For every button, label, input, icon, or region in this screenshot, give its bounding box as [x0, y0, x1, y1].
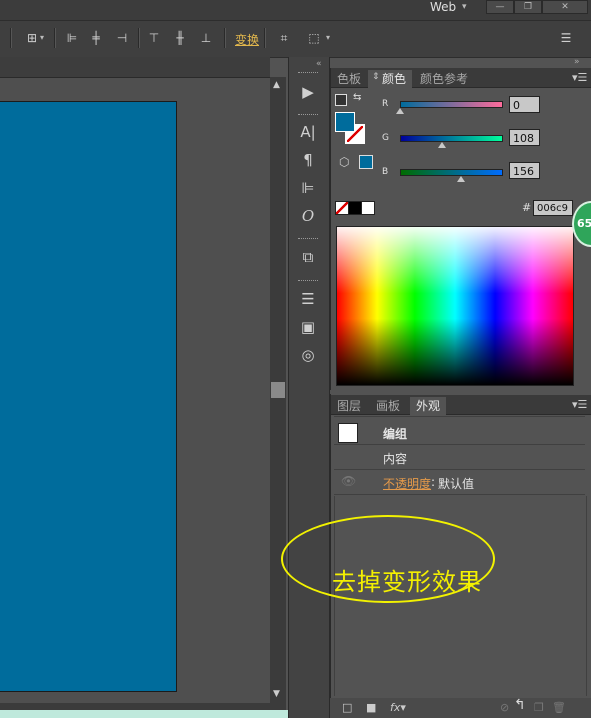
- align-vcenter-icon[interactable]: ╫: [172, 31, 188, 45]
- group-thumbnail: [338, 423, 358, 443]
- add-fill-icon[interactable]: ■: [366, 701, 376, 714]
- align-left-icon[interactable]: ⊫: [64, 31, 80, 45]
- red-channel-label: R: [382, 99, 389, 109]
- restore-button[interactable]: ❐: [514, 0, 542, 14]
- dock-grip[interactable]: [298, 280, 318, 283]
- appearance-panel-menu-icon[interactable]: ▾☰: [572, 398, 587, 411]
- workspace-switcher[interactable]: Web: [430, 0, 456, 14]
- visibility-eye-icon[interactable]: 👁: [341, 474, 356, 488]
- transform-link[interactable]: 变换: [235, 31, 259, 48]
- dock-grip[interactable]: [298, 114, 318, 117]
- workspace-dropdown-icon[interactable]: ▾: [462, 2, 467, 12]
- toolbar-separator: [138, 28, 140, 48]
- out-of-gamut-cube-icon[interactable]: ⬡: [339, 155, 349, 169]
- opentype-panel-icon[interactable]: O: [296, 205, 320, 227]
- appearance-panel-tabbar: [331, 395, 591, 415]
- duplicate-item-icon[interactable]: ❐: [534, 701, 544, 714]
- hex-value-field[interactable]: 006c9: [533, 200, 573, 216]
- paragraph-panel-icon[interactable]: ¶: [296, 149, 320, 171]
- tab-artboards[interactable]: 画板: [376, 397, 400, 415]
- delete-item-icon[interactable]: 🗑: [552, 701, 566, 714]
- opacity-separator: :: [431, 475, 436, 489]
- group-label: 编组: [383, 427, 408, 441]
- red-value-field[interactable]: 0: [509, 96, 540, 113]
- tab-layers[interactable]: 图层: [337, 397, 361, 415]
- collapse-panels-icon[interactable]: »: [574, 57, 580, 67]
- transform-icon[interactable]: ⌗: [276, 31, 292, 45]
- blue-channel-label: B: [382, 167, 389, 177]
- align-hcenter-icon[interactable]: ╪: [88, 31, 104, 45]
- play-action-icon[interactable]: ▶: [296, 81, 320, 103]
- grid-dropdown-icon[interactable]: ▾: [40, 33, 44, 42]
- selected-rectangle-artwork[interactable]: [0, 101, 177, 692]
- mouse-cursor-icon: ↰: [514, 697, 526, 713]
- align-panel-icon[interactable]: ⊫: [296, 177, 320, 199]
- clear-appearance-icon[interactable]: ⊘: [500, 701, 509, 714]
- scroll-down-arrow-icon[interactable]: ▼: [273, 689, 280, 699]
- collapse-dock-icon[interactable]: «: [316, 59, 322, 69]
- default-colors-icon[interactable]: [335, 94, 347, 106]
- character-panel-icon[interactable]: A|: [296, 121, 320, 143]
- dock-grip[interactable]: [298, 238, 318, 241]
- transform-panel-icon[interactable]: ⧉: [296, 246, 320, 268]
- dock-grip[interactable]: [298, 72, 318, 75]
- align-top-icon[interactable]: ⊤: [146, 31, 162, 45]
- color-spectrum[interactable]: [336, 226, 574, 386]
- gradient-panel-icon[interactable]: ▣: [296, 316, 320, 338]
- green-slider-handle[interactable]: [438, 142, 446, 148]
- appearance-header-row[interactable]: [334, 420, 585, 445]
- blue-value-field[interactable]: 156: [509, 162, 540, 179]
- add-effect-fx-icon[interactable]: fx▾: [390, 701, 406, 714]
- red-slider[interactable]: [400, 101, 503, 108]
- scroll-up-arrow-icon[interactable]: ▲: [273, 80, 280, 90]
- swap-colors-icon[interactable]: ⇆: [353, 92, 361, 103]
- contents-label[interactable]: 内容: [383, 450, 407, 467]
- tab-color-guide[interactable]: 颜色参考: [420, 70, 468, 88]
- toolbar-separator: [264, 28, 266, 48]
- crop-dropdown-icon[interactable]: ▾: [326, 33, 330, 42]
- vertical-scrollbar-thumb[interactable]: [271, 382, 285, 398]
- align-right-icon[interactable]: ⊣: [114, 31, 130, 45]
- document-tab-bar: [0, 57, 270, 78]
- add-stroke-icon[interactable]: □: [342, 701, 352, 714]
- fill-swatch[interactable]: [335, 112, 355, 132]
- opacity-link[interactable]: 不透明度: [383, 475, 431, 492]
- green-slider[interactable]: [400, 135, 503, 142]
- hex-label: #: [522, 201, 532, 214]
- crop-icon[interactable]: ⬚: [306, 31, 322, 45]
- align-bottom-icon[interactable]: ⊥: [198, 31, 214, 45]
- green-channel-label: G: [382, 133, 389, 143]
- tab-options-icon[interactable]: ⇕: [372, 72, 380, 82]
- web-safe-color-swatch[interactable]: [359, 155, 373, 169]
- white-color-swatch[interactable]: [361, 201, 375, 215]
- toolbar-separator: [54, 28, 56, 48]
- opacity-value: 默认值: [438, 477, 475, 491]
- green-value-field[interactable]: 108: [509, 129, 540, 146]
- minimize-button[interactable]: —: [486, 0, 514, 14]
- blue-slider-handle[interactable]: [457, 176, 465, 182]
- color-panel-menu-icon[interactable]: ▾☰: [572, 71, 587, 84]
- none-color-swatch[interactable]: [335, 201, 349, 215]
- red-slider-handle[interactable]: [396, 108, 404, 114]
- contents-row[interactable]: [334, 445, 585, 470]
- black-color-swatch[interactable]: [348, 201, 362, 215]
- blue-slider[interactable]: [400, 169, 503, 176]
- transparency-panel-icon[interactable]: ◎: [296, 344, 320, 366]
- panel-menu-icon[interactable]: ☰: [558, 31, 574, 45]
- annotation-text: 去掉变形效果: [332, 568, 482, 596]
- toolbar-separator: [10, 28, 12, 48]
- tab-swatches[interactable]: 色板: [337, 70, 361, 88]
- panel-divider: [334, 416, 585, 417]
- close-button[interactable]: ✕: [542, 0, 588, 14]
- tab-appearance[interactable]: 外观: [410, 397, 447, 415]
- toolbar-separator: [224, 28, 226, 48]
- grid-icon[interactable]: ⊞: [24, 31, 40, 45]
- stroke-panel-icon[interactable]: ☰: [296, 288, 320, 310]
